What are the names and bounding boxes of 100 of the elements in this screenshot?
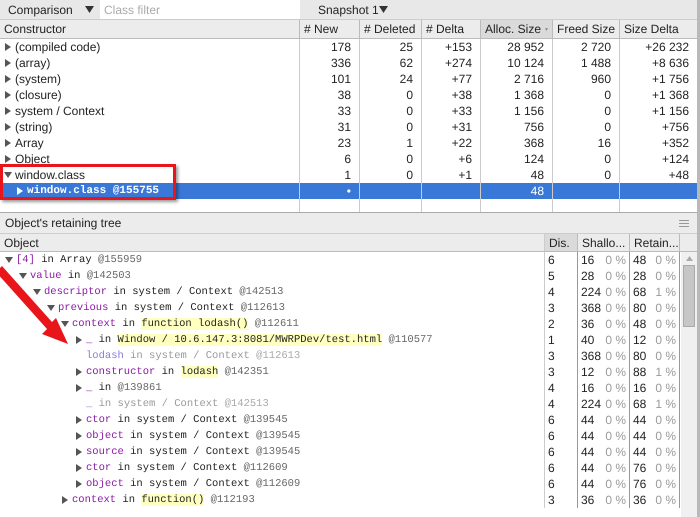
retainer-label[interactable]: [4] in Array @155959 xyxy=(16,254,142,266)
table-cell: 0 % xyxy=(655,269,676,283)
collapsed-arrow-icon[interactable] xyxy=(4,107,12,115)
retainer-label[interactable]: context in function lodash() @112611 xyxy=(72,318,299,330)
retainer-label[interactable]: lodash in system / Context @112613 xyxy=(86,350,300,362)
column-header[interactable]: Dis. xyxy=(545,234,578,251)
table-cell: 48 xyxy=(633,253,646,267)
table-cell: 178 xyxy=(330,40,351,54)
class-filter-field[interactable]: Class filter xyxy=(100,0,300,19)
table-cell: 16 xyxy=(581,381,594,395)
table-cell: 2 716 xyxy=(514,72,544,86)
column-header[interactable]: # New xyxy=(300,20,360,38)
table-cell: 0 % xyxy=(655,301,676,315)
collapsed-arrow-icon[interactable] xyxy=(4,75,12,83)
collapsed-arrow-icon[interactable] xyxy=(75,432,83,440)
table-cell: 10 124 xyxy=(507,56,544,70)
table-cell: 368 xyxy=(524,136,544,150)
retainer-label[interactable]: source in system / Context @139545 xyxy=(86,446,300,458)
scrollbar-thumb[interactable] xyxy=(683,265,695,327)
collapsed-arrow-icon[interactable] xyxy=(4,139,12,147)
retainer-label[interactable]: object in system / Context @112609 xyxy=(86,478,300,490)
table-row[interactable]: (compiled code) 178 25 +153 28 952 2 720 +26 232 xyxy=(0,39,697,55)
table-cell: 6 xyxy=(548,445,555,459)
table-cell: 48 xyxy=(633,317,646,331)
table-cell: 0 % xyxy=(655,253,676,267)
collapsed-arrow-icon[interactable] xyxy=(4,91,12,99)
column-header[interactable]: Retain... xyxy=(630,234,680,251)
table-cell: 1 % xyxy=(655,365,676,379)
collapsed-arrow-icon[interactable] xyxy=(75,384,83,392)
constructor-name: (array) xyxy=(15,56,50,70)
view-dropdown[interactable]: Comparison xyxy=(0,2,100,16)
table-cell: 0 xyxy=(406,120,413,134)
table-cell: 0 xyxy=(406,88,413,102)
collapsed-arrow-icon[interactable] xyxy=(4,155,12,163)
retainer-label[interactable]: _ in system / Context @142513 xyxy=(86,398,269,410)
collapsed-arrow-icon[interactable] xyxy=(75,480,83,488)
column-header[interactable]: Constructor xyxy=(0,20,300,38)
retainer-label[interactable]: constructor in lodash @142351 xyxy=(86,366,269,378)
table-cell: 16 xyxy=(598,136,611,150)
table-row[interactable]: (closure) 38 0 +38 1 368 0 +1 368 xyxy=(0,87,697,103)
collapsed-arrow-icon[interactable] xyxy=(75,336,83,344)
column-header[interactable]: Alloc. Size xyxy=(481,20,553,38)
table-row[interactable]: system / Context 33 0 +33 1 156 0 +1 156 xyxy=(0,103,697,119)
retainer-label[interactable]: ctor in system / Context @112609 xyxy=(86,462,288,474)
collapsed-arrow-icon[interactable] xyxy=(4,43,12,51)
retainer-label[interactable]: previous in system / Context @112613 xyxy=(58,302,285,314)
table-cell: 6 xyxy=(344,152,351,166)
table-cell: 0 % xyxy=(655,349,676,363)
table-cell: +153 xyxy=(444,40,472,54)
expanded-arrow-icon[interactable] xyxy=(47,304,55,312)
collapsed-arrow-icon[interactable] xyxy=(75,448,83,456)
collapsed-arrow-icon[interactable] xyxy=(4,123,12,131)
table-cell: 0 % xyxy=(655,381,676,395)
table-cell: +1 756 xyxy=(652,72,689,86)
table-row[interactable]: Array 23 1 +22 368 16 +352 xyxy=(0,135,697,151)
table-row[interactable]: (system) 101 24 +77 2 716 960 +1 756 xyxy=(0,71,697,87)
table-row[interactable]: (string) 31 0 +31 756 0 +756 xyxy=(0,119,697,135)
table-cell: 44 xyxy=(633,413,646,427)
table-cell: 0 xyxy=(406,104,413,118)
table-cell: 44 xyxy=(633,429,646,443)
column-header[interactable]: Size Delta xyxy=(620,20,697,38)
constructor-name: Object xyxy=(15,152,50,166)
table-cell: 3 xyxy=(548,365,555,379)
expanded-arrow-icon[interactable] xyxy=(61,320,69,328)
table-cell: 6 xyxy=(548,413,555,427)
collapsed-arrow-icon[interactable] xyxy=(61,496,69,504)
collapsed-arrow-icon[interactable] xyxy=(4,59,12,67)
expanded-arrow-icon[interactable] xyxy=(19,272,27,280)
table-cell: 4 xyxy=(548,381,555,395)
table-cell: 2 xyxy=(548,317,555,331)
table-cell: 0 % xyxy=(605,381,626,395)
table-cell: 960 xyxy=(590,72,611,86)
table-cell: 1 488 xyxy=(580,56,611,70)
table-cell: 5 xyxy=(548,269,555,283)
table-row[interactable]: (array) 336 62 +274 10 124 1 488 +8 636 xyxy=(0,55,697,71)
retainer-label[interactable]: context in function() @112193 xyxy=(72,494,255,506)
retainer-label[interactable]: descriptor in system / Context @142513 xyxy=(44,286,284,298)
collapsed-arrow-icon[interactable] xyxy=(16,187,24,195)
table-cell: 0 xyxy=(604,104,611,118)
column-header[interactable]: Freed Size xyxy=(553,20,620,38)
expanded-arrow-icon[interactable] xyxy=(33,288,41,296)
table-cell: 6 xyxy=(548,253,555,267)
retainer-label[interactable]: _ in @139861 xyxy=(86,382,162,394)
collapsed-arrow-icon[interactable] xyxy=(75,416,83,424)
table-row[interactable]: Object 6 0 +6 124 0 +124 xyxy=(0,151,697,167)
constructor-name: window.class xyxy=(15,168,86,182)
retainer-label[interactable]: value in @142503 xyxy=(30,270,131,282)
column-header[interactable]: # Deleted xyxy=(360,20,422,38)
constructor-name: Array xyxy=(15,136,44,150)
retainer-label[interactable]: ctor in system / Context @139545 xyxy=(86,414,288,426)
collapsed-arrow-icon[interactable] xyxy=(75,464,83,472)
scrollbar[interactable] xyxy=(681,252,697,517)
column-header[interactable]: Shallo... xyxy=(578,234,630,251)
expanded-arrow-icon[interactable] xyxy=(4,171,12,179)
snapshot-dropdown[interactable]: Snapshot 1 xyxy=(310,2,394,16)
collapsed-arrow-icon[interactable] xyxy=(75,368,83,376)
table-cell: 2 720 xyxy=(580,40,611,54)
expanded-arrow-icon[interactable] xyxy=(5,256,13,264)
table-cell: 44 xyxy=(581,413,594,427)
retainer-label[interactable]: object in system / Context @139545 xyxy=(86,430,300,442)
